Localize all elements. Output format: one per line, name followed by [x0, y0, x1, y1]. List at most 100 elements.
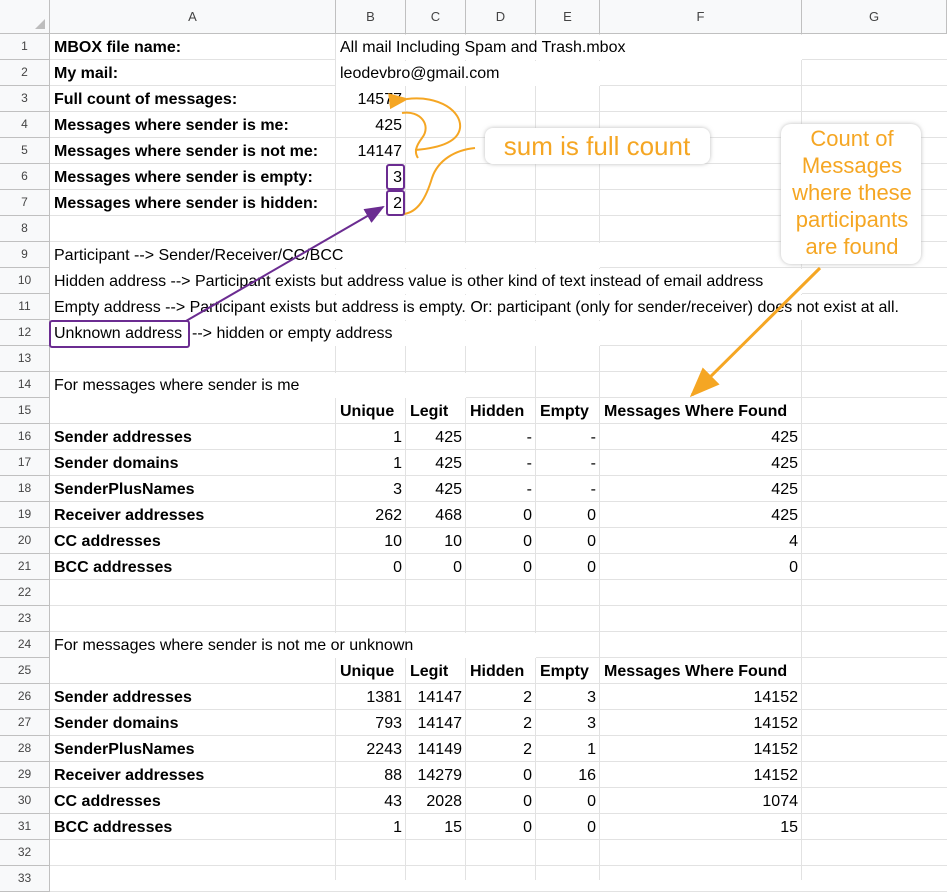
table-cell[interactable]: 2	[466, 685, 536, 711]
table-cell[interactable]: 793	[336, 711, 406, 737]
cell-a2[interactable]: My mail:	[50, 61, 118, 87]
table-cell[interactable]: 10	[406, 529, 466, 555]
cell-a6[interactable]: Messages where sender is empty:	[50, 165, 313, 191]
table-cell[interactable]: 425	[600, 425, 802, 451]
table-cell[interactable]: 3	[336, 477, 406, 503]
table-cell[interactable]: 0	[600, 555, 802, 581]
table-cell[interactable]: 3	[536, 711, 600, 737]
table-cell[interactable]: 15	[406, 815, 466, 841]
table-cell[interactable]: 425	[406, 451, 466, 477]
row-header-16[interactable]: 16	[0, 424, 50, 450]
table-row-label[interactable]: Sender addresses	[50, 685, 192, 711]
row-header-27[interactable]: 27	[0, 710, 50, 736]
table-cell[interactable]: -	[536, 451, 600, 477]
table-cell[interactable]: 14152	[600, 685, 802, 711]
row-header-28[interactable]: 28	[0, 736, 50, 762]
column-header-a[interactable]: A	[50, 0, 336, 34]
row-header-5[interactable]: 5	[0, 138, 50, 164]
table-cell[interactable]: 0	[406, 555, 466, 581]
cell-a12-unknown[interactable]: Unknown address	[50, 321, 182, 347]
table-cell[interactable]: -	[536, 477, 600, 503]
row-header-30[interactable]: 30	[0, 788, 50, 814]
table-cell[interactable]: 0	[466, 763, 536, 789]
select-all-corner[interactable]	[0, 0, 50, 34]
table-cell[interactable]: 14152	[600, 711, 802, 737]
table-cell[interactable]: 0	[466, 815, 536, 841]
row-header-7[interactable]: 7	[0, 190, 50, 216]
table-header-empty[interactable]: Empty	[536, 399, 589, 425]
table-cell[interactable]: -	[466, 451, 536, 477]
table-row-label[interactable]: BCC addresses	[50, 555, 172, 581]
table-cell[interactable]: 0	[336, 555, 406, 581]
cell-a1[interactable]: MBOX file name:	[50, 35, 181, 61]
table-cell[interactable]: 1	[536, 737, 600, 763]
table-cell[interactable]: 0	[536, 815, 600, 841]
table-row-label[interactable]: CC addresses	[50, 529, 161, 555]
table-cell[interactable]: -	[536, 425, 600, 451]
table-cell[interactable]: 2	[466, 737, 536, 763]
table-header-messages-where-found[interactable]: Messages Where Found	[600, 659, 787, 685]
table-row-label[interactable]: Receiver addresses	[50, 503, 204, 529]
table-row-label[interactable]: SenderPlusNames	[50, 737, 195, 763]
row-header-20[interactable]: 20	[0, 528, 50, 554]
table-cell[interactable]: 1	[336, 815, 406, 841]
table-cell[interactable]: 425	[406, 425, 466, 451]
column-header-b[interactable]: B	[336, 0, 406, 34]
table-cell[interactable]: 1074	[600, 789, 802, 815]
row-header-15[interactable]: 15	[0, 398, 50, 424]
table-header-messages-where-found[interactable]: Messages Where Found	[600, 399, 787, 425]
column-header-g[interactable]: G	[802, 0, 947, 34]
table-header-unique[interactable]: Unique	[336, 659, 394, 685]
row-header-29[interactable]: 29	[0, 762, 50, 788]
table-cell[interactable]: 0	[536, 529, 600, 555]
table-cell[interactable]: 43	[336, 789, 406, 815]
table-cell[interactable]: 1381	[336, 685, 406, 711]
table-cell[interactable]: 14152	[600, 763, 802, 789]
table-row-label[interactable]: CC addresses	[50, 789, 161, 815]
row-header-23[interactable]: 23	[0, 606, 50, 632]
table-row-label[interactable]: SenderPlusNames	[50, 477, 195, 503]
table-header-hidden[interactable]: Hidden	[466, 399, 524, 425]
cell-a11[interactable]: Empty address --> Participant exists but…	[50, 295, 899, 321]
table-row-label[interactable]: BCC addresses	[50, 815, 172, 841]
table-cell[interactable]: 1	[336, 451, 406, 477]
table-cell[interactable]: 14152	[600, 737, 802, 763]
row-header-10[interactable]: 10	[0, 268, 50, 294]
table-cell[interactable]: 468	[406, 503, 466, 529]
table-cell[interactable]: 16	[536, 763, 600, 789]
section-me-title[interactable]: For messages where sender is me	[50, 373, 299, 399]
table-cell[interactable]: 0	[466, 503, 536, 529]
row-header-17[interactable]: 17	[0, 450, 50, 476]
row-header-32[interactable]: 32	[0, 840, 50, 866]
table-cell[interactable]: -	[466, 477, 536, 503]
table-cell[interactable]: 3	[536, 685, 600, 711]
column-header-c[interactable]: C	[406, 0, 466, 34]
row-header-13[interactable]: 13	[0, 346, 50, 372]
row-header-2[interactable]: 2	[0, 60, 50, 86]
table-cell[interactable]: 425	[600, 451, 802, 477]
table-cell[interactable]: 0	[466, 555, 536, 581]
column-header-f[interactable]: F	[600, 0, 802, 34]
table-cell[interactable]: 4	[600, 529, 802, 555]
row-header-4[interactable]: 4	[0, 112, 50, 138]
row-header-12[interactable]: 12	[0, 320, 50, 346]
table-row-label[interactable]: Receiver addresses	[50, 763, 204, 789]
table-row-label[interactable]: Sender domains	[50, 711, 178, 737]
cell-a10[interactable]: Hidden address --> Participant exists bu…	[50, 269, 763, 295]
table-cell[interactable]: 0	[536, 555, 600, 581]
table-cell[interactable]: 425	[406, 477, 466, 503]
cell-b6[interactable]: 3	[336, 165, 406, 191]
table-cell[interactable]: 14149	[406, 737, 466, 763]
table-cell[interactable]: -	[466, 425, 536, 451]
table-cell[interactable]: 262	[336, 503, 406, 529]
row-header-19[interactable]: 19	[0, 502, 50, 528]
cell-a9[interactable]: Participant --> Sender/Receiver/CC/BCC	[50, 243, 343, 269]
cell-a5[interactable]: Messages where sender is not me:	[50, 139, 318, 165]
table-header-unique[interactable]: Unique	[336, 399, 394, 425]
row-header-33[interactable]: 33	[0, 866, 50, 892]
table-cell[interactable]: 0	[466, 529, 536, 555]
row-header-22[interactable]: 22	[0, 580, 50, 606]
table-cell[interactable]: 0	[536, 789, 600, 815]
row-header-3[interactable]: 3	[0, 86, 50, 112]
cell-b1[interactable]: All mail Including Spam and Trash.mbox	[336, 35, 625, 61]
